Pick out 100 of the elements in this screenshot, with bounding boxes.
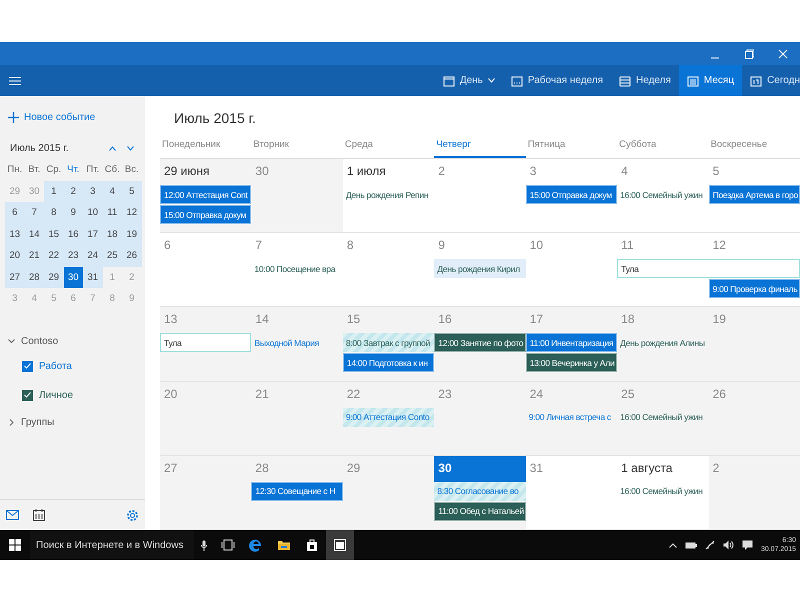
event-text[interactable]: День рождения Алины xyxy=(617,333,709,352)
date-cell[interactable]: 21 xyxy=(24,245,44,266)
event-text[interactable]: День рождения Репин xyxy=(342,185,434,204)
event-chip[interactable]: Поездка Артема в горо xyxy=(708,185,800,204)
event-chip[interactable]: Тула xyxy=(160,333,252,352)
mail-icon[interactable] xyxy=(6,510,19,520)
date-cell[interactable]: 13 xyxy=(5,224,24,245)
date-cell[interactable]: 14 xyxy=(24,224,44,245)
event-text[interactable]: 16:00 Семейный ужин xyxy=(617,408,709,427)
event-chip[interactable]: 11:00 Обед с Натальей xyxy=(434,502,526,521)
maximize-icon[interactable] xyxy=(744,48,754,58)
view-tab[interactable]: Сегодн xyxy=(767,75,800,86)
date-cell[interactable]: 7 xyxy=(24,202,44,224)
day-cell[interactable]: 29 июня 12:00 Аттестация Cont 15:00 Отправка докум xyxy=(160,159,252,234)
date-cell[interactable]: 19 xyxy=(122,224,142,245)
date-cell[interactable]: 20 xyxy=(5,245,24,266)
date-cell[interactable]: 5 xyxy=(122,180,142,202)
event-chip[interactable]: День рождения Кирил xyxy=(434,259,526,278)
date-cell[interactable]: 29 xyxy=(44,266,64,288)
new-event-link[interactable]: Новое событие xyxy=(24,112,96,123)
day-cell[interactable]: 2 xyxy=(434,159,526,234)
windows-icon[interactable] xyxy=(9,539,21,551)
day-cell[interactable]: 24 9:00 Личная встреча с xyxy=(526,382,618,456)
date-cell[interactable]: 10 xyxy=(83,202,102,224)
date-cell[interactable]: 24 xyxy=(83,245,102,266)
day-cell[interactable]: 16 12:00 Занятие по фото xyxy=(434,307,526,382)
account-label[interactable]: Contoso xyxy=(21,336,58,346)
close-icon[interactable] xyxy=(778,48,788,58)
day-cell[interactable]: 13 Тула xyxy=(160,307,252,382)
date-cell[interactable]: 23 xyxy=(64,245,83,266)
event-chip[interactable]: 12:00 Аттестация Cont xyxy=(160,185,252,204)
event-text[interactable]: 9:00 Личная встреча с xyxy=(526,408,618,427)
checkbox[interactable] xyxy=(22,390,33,400)
event-chip[interactable]: 14:00 Подготовка к ин xyxy=(342,353,434,372)
date-cell[interactable]: 8 xyxy=(44,202,64,224)
view-tab[interactable]: Рабочая неделя xyxy=(528,75,604,86)
day-cell[interactable]: 18 День рождения Алины xyxy=(617,307,709,382)
day-cell[interactable]: 25 16:00 Семейный ужин xyxy=(617,382,709,456)
folder-icon[interactable] xyxy=(277,538,291,552)
date-cell[interactable]: 9 xyxy=(64,202,83,224)
day-cell[interactable]: 4 16:00 Семейный ужин xyxy=(617,159,709,234)
date-cell[interactable]: 30 xyxy=(64,266,83,288)
date-cell[interactable]: 22 xyxy=(44,245,64,266)
day-cell[interactable]: 30 8:30 Согласование во 11:00 Обед с Натальей xyxy=(434,456,526,530)
day-cell[interactable]: 28 12:30 Совещание с Н xyxy=(251,456,343,530)
date-cell[interactable]: 4 xyxy=(102,180,122,202)
taskbar-search[interactable]: Поиск в Интернете и в Windows xyxy=(30,530,194,560)
event-chip[interactable]: Тула xyxy=(617,259,709,278)
date-cell[interactable]: 11 xyxy=(102,202,122,224)
calendar-label[interactable]: Личное xyxy=(39,390,74,400)
chevron-up-icon[interactable] xyxy=(668,542,677,548)
microphone-icon[interactable] xyxy=(201,540,207,550)
event-chip[interactable]: 9:00 Аттестация Conto xyxy=(342,408,434,427)
date-cell[interactable]: 3 xyxy=(83,180,102,202)
date-cell[interactable]: 27 xyxy=(5,266,24,288)
event-chip[interactable]: 8:30 Согласование во xyxy=(434,482,526,501)
event-text[interactable]: Выходной Мария xyxy=(251,333,343,352)
date-cell[interactable]: 28 xyxy=(24,266,44,288)
date-cell[interactable]: 31 xyxy=(83,266,102,288)
day-cell[interactable]: 9 День рождения Кирил xyxy=(434,233,526,308)
event-chip[interactable]: 15:00 Отправка докум xyxy=(160,205,252,224)
day-cell[interactable]: 17 11:00 Инвентаризация 13:00 Вечеринка у Али xyxy=(526,307,618,382)
view-tab[interactable]: Месяц xyxy=(704,75,734,86)
event-text[interactable]: 16:00 Семейный ужин xyxy=(617,185,709,204)
day-cell[interactable]: 15 8:00 Завтрак с группой 14:00 Подготовка к ин xyxy=(342,307,434,382)
view-tab[interactable]: День xyxy=(460,75,483,86)
event-chip[interactable]: 8:00 Завтрак с группой xyxy=(342,333,434,352)
day-cell[interactable]: 11 Тула xyxy=(617,233,709,308)
day-cell[interactable]: 1 июля День рождения Репин xyxy=(342,159,434,234)
date-cell[interactable]: 2 xyxy=(64,180,83,202)
event-chip[interactable]: 12:00 Занятие по фото xyxy=(434,333,526,352)
event-chip[interactable]: 12:30 Совещание с Н xyxy=(251,482,343,501)
event-chip[interactable]: 9:00 Проверка финаль xyxy=(708,279,800,298)
day-cell[interactable]: 12 9:00 Проверка финаль xyxy=(708,233,800,308)
plus-icon[interactable] xyxy=(8,112,19,123)
date-cell[interactable]: 17 xyxy=(83,224,102,245)
event-chip[interactable]: 15:00 Отправка докум xyxy=(526,185,618,204)
browser-icon[interactable] xyxy=(249,538,263,552)
volume-icon[interactable] xyxy=(722,540,734,550)
day-cell[interactable]: 14 Выходной Мария xyxy=(251,307,343,382)
date-cell[interactable]: 18 xyxy=(102,224,122,245)
battery-icon[interactable] xyxy=(684,542,697,548)
account-label[interactable]: Группы xyxy=(21,416,54,428)
event-text[interactable]: 16:00 Семейный ужин xyxy=(617,482,709,501)
event-chip[interactable]: 11:00 Инвентаризация xyxy=(526,333,618,352)
date-cell[interactable]: 1 xyxy=(44,180,64,202)
chevron-icon[interactable] xyxy=(8,338,15,344)
chevron-icon[interactable] xyxy=(8,418,15,426)
task-view-icon[interactable] xyxy=(221,538,235,552)
day-cell[interactable]: 5 Поездка Артема в горо xyxy=(708,159,800,234)
date-cell[interactable]: 26 xyxy=(122,245,142,266)
day-cell[interactable]: 3 15:00 Отправка докум xyxy=(526,159,618,234)
view-tab[interactable]: Неделя xyxy=(636,75,671,86)
date-cell[interactable]: 16 xyxy=(64,224,83,245)
event-text[interactable]: 10:00 Посещение вра xyxy=(251,259,343,278)
date-cell[interactable]: 12 xyxy=(122,202,142,224)
settings-icon[interactable] xyxy=(126,508,139,522)
event-chip[interactable]: 13:00 Вечеринка у Али xyxy=(526,353,618,372)
date-cell[interactable]: 25 xyxy=(102,245,122,266)
date-cell[interactable]: 6 xyxy=(5,202,24,224)
